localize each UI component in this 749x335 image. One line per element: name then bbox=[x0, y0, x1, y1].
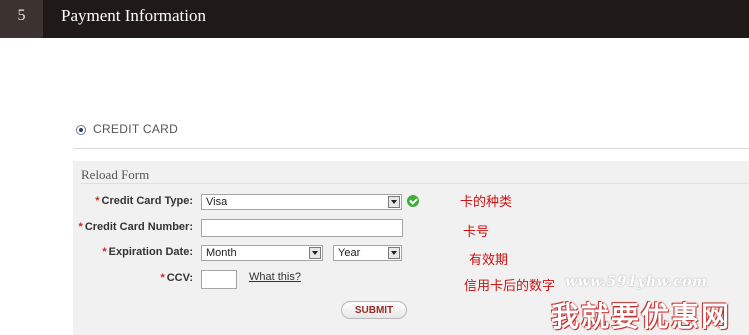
ccv-label-text: CCV: bbox=[166, 272, 193, 284]
section-header: 5 Payment Information bbox=[0, 0, 749, 38]
expiration-note: 有效期 bbox=[469, 253, 509, 268]
credit-card-label: CREDIT CARD bbox=[93, 122, 179, 136]
form-title: Reload Form bbox=[81, 167, 150, 182]
card-number-input[interactable] bbox=[201, 219, 403, 237]
card-type-label-text: Credit Card Type: bbox=[101, 195, 193, 207]
card-type-value: Visa bbox=[206, 196, 228, 208]
card-type-select[interactable]: Visa bbox=[201, 194, 402, 210]
check-icon bbox=[407, 195, 419, 207]
month-value: Month bbox=[206, 247, 237, 259]
watermark-url: www.591yhw.com bbox=[565, 274, 708, 290]
chevron-down-icon[interactable] bbox=[388, 196, 400, 208]
required-marker: * bbox=[102, 246, 107, 258]
year-value: Year bbox=[338, 247, 361, 259]
required-marker: * bbox=[160, 272, 165, 284]
expiration-year-select[interactable]: Year bbox=[333, 245, 402, 261]
expiration-label-text: Expiration Date: bbox=[108, 246, 193, 258]
ccv-input[interactable] bbox=[201, 270, 237, 289]
section-title: Payment Information bbox=[61, 6, 206, 25]
chevron-down-icon[interactable] bbox=[388, 247, 400, 259]
expiration-month-select[interactable]: Month bbox=[201, 245, 323, 261]
form-divider bbox=[81, 183, 749, 184]
divider bbox=[73, 148, 749, 149]
ccv-label: * CCV: bbox=[160, 272, 193, 284]
credit-card-radio[interactable] bbox=[76, 125, 86, 135]
chevron-down-icon[interactable] bbox=[309, 247, 321, 259]
card-number-label-text: Credit Card Number: bbox=[84, 221, 193, 233]
card-number-label: * Credit Card Number: bbox=[79, 221, 193, 233]
expiration-label: * Expiration Date: bbox=[102, 246, 193, 258]
watermark-text: 我就要优惠网 bbox=[551, 300, 732, 333]
what-this-link[interactable]: What this? bbox=[249, 271, 301, 283]
required-marker: * bbox=[78, 221, 83, 233]
required-marker: * bbox=[95, 195, 100, 207]
ccv-note: 信用卡后的数字 bbox=[464, 279, 556, 294]
card-number-note: 卡号 bbox=[463, 225, 490, 240]
submit-button[interactable]: SUBMIT bbox=[341, 301, 407, 319]
card-type-label: * Credit Card Type: bbox=[95, 195, 193, 207]
step-number: 5 bbox=[0, 0, 43, 38]
card-type-note: 卡的种类 bbox=[460, 195, 513, 210]
